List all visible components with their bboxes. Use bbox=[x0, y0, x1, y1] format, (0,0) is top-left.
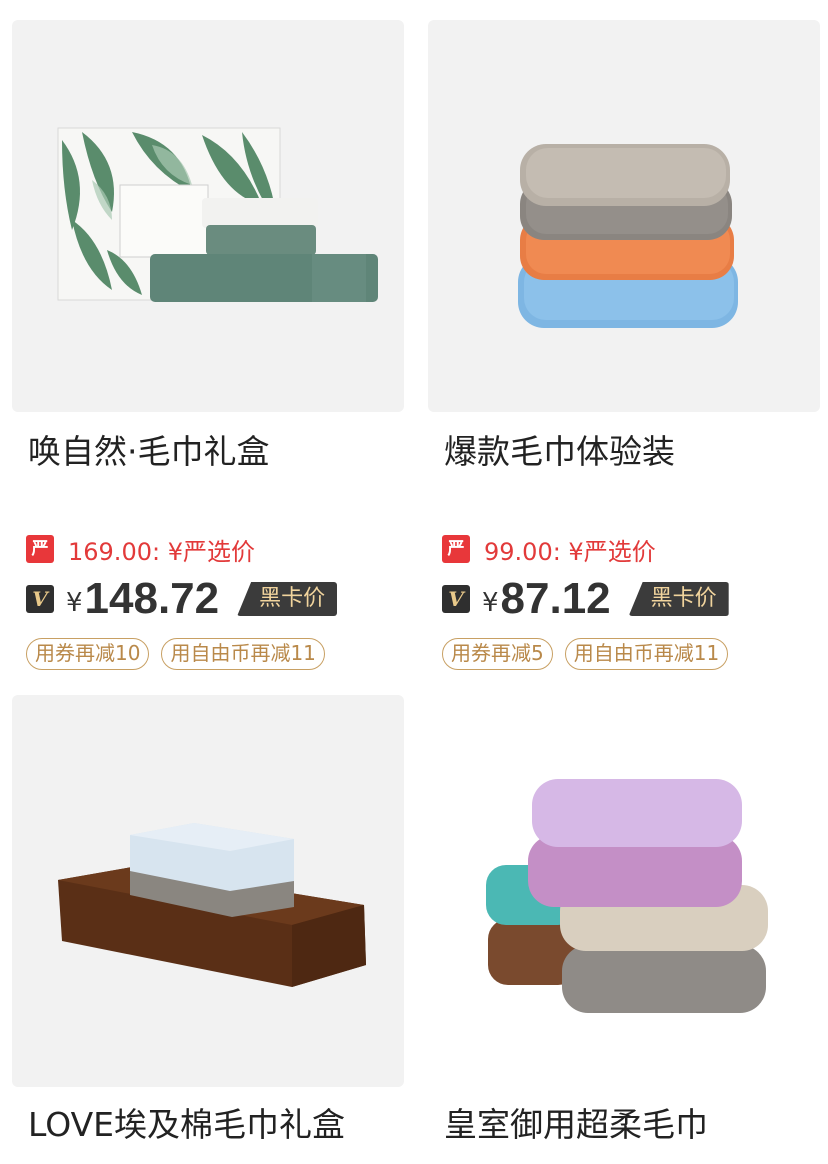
product-image[interactable] bbox=[12, 20, 404, 412]
coin-discount-tag[interactable]: 用自由币再减11 bbox=[161, 638, 325, 670]
coupon-tag[interactable]: 用券再减5 bbox=[442, 638, 553, 670]
yanxuan-icon: 严 bbox=[442, 535, 470, 563]
product-image[interactable] bbox=[428, 20, 820, 412]
black-card-price-row: V ¥ 148.72 黑卡价 bbox=[26, 574, 338, 624]
product-card[interactable]: 皇室御用超柔毛巾 bbox=[428, 695, 820, 1144]
coupon-tag[interactable]: 用券再减10 bbox=[26, 638, 150, 670]
yanxuan-icon: 严 bbox=[26, 535, 54, 563]
product-title[interactable]: LOVE埃及棉毛巾礼盒 bbox=[28, 1105, 345, 1145]
coupon-row: 用券再减10 用自由币再减11 bbox=[26, 638, 325, 670]
currency-symbol: ¥ bbox=[482, 588, 499, 618]
yanxuan-price-row: 严 169.00: ¥严选价 bbox=[26, 532, 255, 566]
black-card-price-row: V ¥ 87.12 黑卡价 bbox=[442, 574, 729, 624]
coin-discount-tag[interactable]: 用自由币再减11 bbox=[564, 638, 729, 670]
black-card-price: 87.12 bbox=[500, 574, 611, 623]
product-title[interactable]: 皇室御用超柔毛巾 bbox=[444, 1105, 708, 1145]
product-title[interactable]: 爆款毛巾体验装 bbox=[444, 432, 675, 472]
product-image[interactable] bbox=[428, 695, 820, 1087]
vip-v-icon: V bbox=[26, 585, 54, 613]
coupon-row: 用券再减5 用自由币再减11 bbox=[442, 638, 729, 670]
black-card-badge: 黑卡价 bbox=[237, 582, 338, 616]
black-card-badge: 黑卡价 bbox=[628, 582, 729, 616]
currency-symbol: ¥ bbox=[66, 588, 83, 618]
vip-v-icon: V bbox=[442, 585, 470, 613]
product-card[interactable]: 爆款毛巾体验装 严 99.00: ¥严选价 V ¥ 87.12 黑卡价 用券再减… bbox=[428, 20, 820, 670]
yanxuan-price: 169.00: ¥严选价 bbox=[68, 537, 255, 566]
product-title[interactable]: 唤自然·毛巾礼盒 bbox=[28, 432, 270, 472]
product-card[interactable]: LOVE埃及棉毛巾礼盒 bbox=[12, 695, 404, 1144]
yanxuan-price: 99.00: ¥严选价 bbox=[484, 537, 656, 566]
product-image[interactable] bbox=[12, 695, 404, 1087]
yanxuan-price-row: 严 99.00: ¥严选价 bbox=[442, 532, 656, 566]
black-card-price: 148.72 bbox=[84, 574, 220, 623]
product-card[interactable]: 唤自然·毛巾礼盒 严 169.00: ¥严选价 V ¥ 148.72 黑卡价 用… bbox=[12, 20, 404, 670]
